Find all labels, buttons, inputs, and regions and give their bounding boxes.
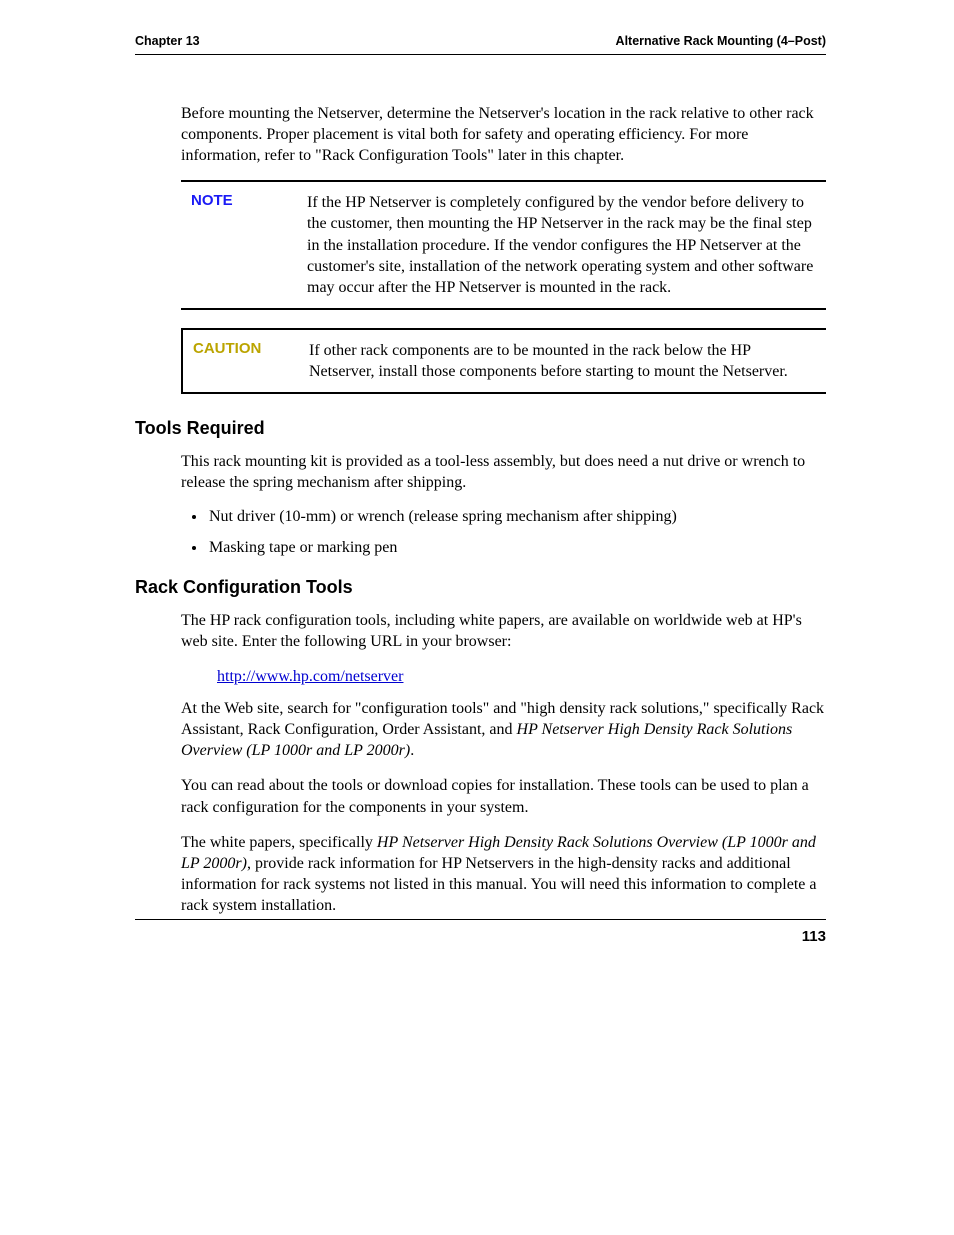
list-item: Masking tape or marking pen xyxy=(207,538,826,559)
caution-body: If other rack components are to be mount… xyxy=(309,340,820,382)
page-number: 113 xyxy=(135,928,826,945)
tools-required-heading: Tools Required xyxy=(135,418,826,439)
intro-paragraph: Before mounting the Netserver, determine… xyxy=(181,103,826,394)
tools-list: Nut driver (10-mm) or wrench (release sp… xyxy=(207,507,826,559)
page: Chapter 13 Alternative Rack Mounting (4–… xyxy=(0,0,954,1235)
rct-url-link[interactable]: http://www.hp.com/netserver xyxy=(217,668,403,686)
note-body: If the HP Netserver is completely config… xyxy=(307,192,820,298)
header-left: Chapter 13 xyxy=(135,34,200,48)
intro-text: Before mounting the Netserver, determine… xyxy=(181,103,826,166)
note-label: NOTE xyxy=(191,192,281,298)
rct-p4b: , provide rack information for HP Netser… xyxy=(181,855,816,914)
rack-config-heading: Rack Configuration Tools xyxy=(135,577,826,598)
caution-label: CAUTION xyxy=(193,340,283,382)
rct-p4: The white papers, specifically HP Netser… xyxy=(181,832,826,916)
rct-p2: At the Web site, search for "configurati… xyxy=(181,698,826,761)
rct-p2b: . xyxy=(410,742,414,759)
list-item: Nut driver (10-mm) or wrench (release sp… xyxy=(207,507,826,528)
rct-p3: You can read about the tools or download… xyxy=(181,775,826,817)
running-header: Chapter 13 Alternative Rack Mounting (4–… xyxy=(135,34,826,55)
page-footer: 113 xyxy=(135,919,826,945)
footer-rule xyxy=(135,919,826,920)
tools-intro: This rack mounting kit is provided as a … xyxy=(181,451,826,493)
caution-box: CAUTION If other rack components are to … xyxy=(181,328,826,394)
rct-p4a: The white papers, specifically xyxy=(181,834,377,851)
note-box: NOTE If the HP Netserver is completely c… xyxy=(181,180,826,310)
rct-p1: The HP rack configuration tools, includi… xyxy=(181,610,826,652)
header-right: Alternative Rack Mounting (4–Post) xyxy=(616,34,826,48)
